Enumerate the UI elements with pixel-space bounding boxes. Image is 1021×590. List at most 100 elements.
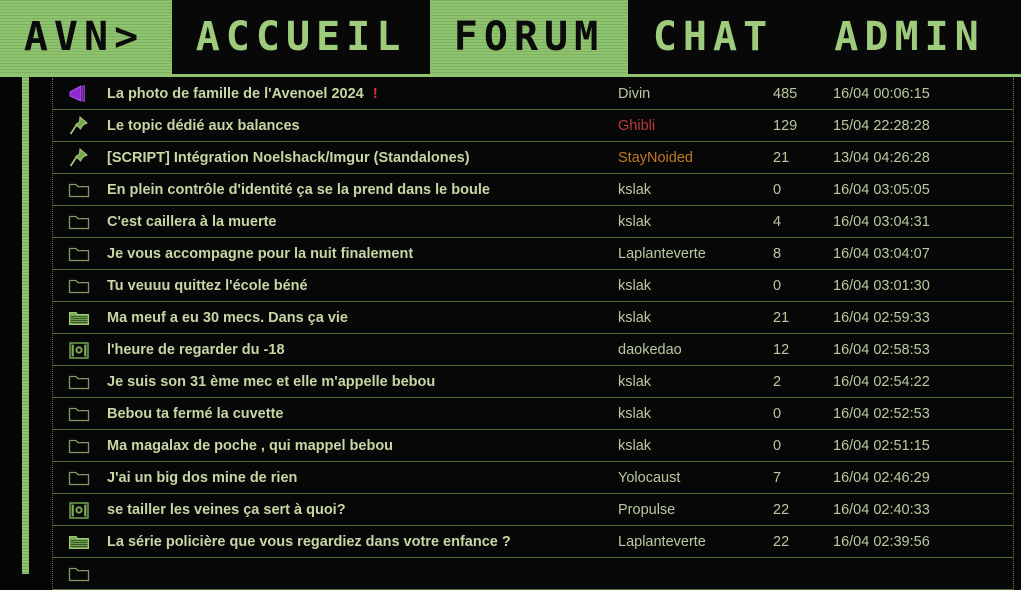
table-row[interactable]: C'est caillera à la muerte kslak 4 16/04 03… bbox=[53, 206, 1013, 238]
table-row[interactable]: La photo de famille de l'Avenoel 2024! Di… bbox=[53, 78, 1013, 110]
topic-reply-count: 7 bbox=[773, 469, 782, 486]
topic-author[interactable]: Ghibli bbox=[618, 118, 773, 134]
warning-exclamation-icon: ! bbox=[372, 85, 378, 102]
folder-full-icon bbox=[53, 307, 105, 329]
topic-title-text: Le topic dédié aux balances bbox=[107, 117, 300, 134]
pin-icon bbox=[53, 147, 105, 169]
topic-last-post-date: 16/04 03:04:07 bbox=[833, 245, 930, 262]
nav-item-forum-label: FORUM bbox=[453, 14, 605, 60]
table-row[interactable]: La série policière que vous regardiez da… bbox=[53, 526, 1013, 558]
topic-author[interactable]: Laplanteverte bbox=[618, 534, 773, 550]
folder-empty-icon bbox=[53, 243, 105, 265]
table-row[interactable]: se tailler les veines ça sert à quoi? Pro… bbox=[53, 494, 1013, 526]
nav-item-chat[interactable]: CHAT bbox=[628, 0, 798, 74]
table-row[interactable]: Je vous accompagne pour la nuit finaleme… bbox=[53, 238, 1013, 270]
folder-locked-icon bbox=[53, 339, 105, 361]
topic-reply-count: 21 bbox=[773, 149, 790, 166]
table-row[interactable]: Bebou ta fermé la cuvette kslak 0 16/04 02:… bbox=[53, 398, 1013, 430]
table-row[interactable]: Le topic dédié aux balances Ghibli 129 15/0… bbox=[53, 110, 1013, 142]
nav-item-accueil-label: ACCUEIL bbox=[195, 14, 407, 60]
table-row[interactable]: Ma meuf a eu 30 mecs. Dans ça vie kslak 21… bbox=[53, 302, 1013, 334]
topic-title-text: La série policière que vous regardiez da… bbox=[107, 533, 511, 550]
table-row[interactable] bbox=[53, 558, 1013, 590]
topic-title-link[interactable]: Je suis son 31 ème mec et elle m'appelle… bbox=[105, 374, 618, 390]
header-divider bbox=[0, 74, 1021, 77]
topic-title-link[interactable]: Tu veuuu quittez l'école béné bbox=[105, 278, 618, 294]
topic-title-link[interactable]: En plein contrôle d'identité ça se la pr… bbox=[105, 182, 618, 198]
topic-author[interactable]: kslak bbox=[618, 406, 773, 422]
topic-title-link[interactable]: Le topic dédié aux balances bbox=[105, 118, 618, 134]
topic-last-post-date: 13/04 04:26:28 bbox=[833, 149, 930, 166]
topic-reply-count: 4 bbox=[773, 213, 782, 230]
topic-author[interactable]: kslak bbox=[618, 214, 773, 230]
topic-last-post-date: 16/04 02:54:22 bbox=[833, 373, 930, 390]
topic-reply-count: 0 bbox=[773, 405, 782, 422]
topic-reply-count: 12 bbox=[773, 341, 790, 358]
table-row[interactable]: Je suis son 31 ème mec et elle m'appelle… bbox=[53, 366, 1013, 398]
megaphone-icon bbox=[53, 83, 105, 105]
topic-last-post-date: 16/04 02:40:33 bbox=[833, 501, 930, 518]
topic-title-text: se tailler les veines ça sert à quoi? bbox=[107, 501, 346, 518]
topic-last-post-date: 16/04 03:01:30 bbox=[833, 277, 930, 294]
topic-last-post-date: 16/04 02:46:29 bbox=[833, 469, 930, 486]
folder-full-icon bbox=[53, 531, 105, 553]
topic-title-link[interactable]: La série policière que vous regardiez da… bbox=[105, 534, 618, 550]
topic-title-link[interactable]: Bebou ta fermé la cuvette bbox=[105, 406, 618, 422]
topic-author[interactable]: kslak bbox=[618, 374, 773, 390]
topic-reply-count: 22 bbox=[773, 501, 790, 518]
topic-author[interactable]: kslak bbox=[618, 438, 773, 454]
topic-author[interactable]: Divin bbox=[618, 86, 773, 102]
topic-author[interactable]: daokedao bbox=[618, 342, 773, 358]
topic-last-post-date: 15/04 22:28:28 bbox=[833, 117, 930, 134]
topic-last-post-date: 16/04 02:52:53 bbox=[833, 405, 930, 422]
topic-author[interactable]: kslak bbox=[618, 278, 773, 294]
topic-last-post-date: 16/04 02:39:56 bbox=[833, 533, 930, 550]
nav-item-accueil[interactable]: ACCUEIL bbox=[172, 0, 430, 74]
folder-empty-icon bbox=[53, 403, 105, 425]
site-logo[interactable]: AVN> bbox=[0, 0, 172, 74]
folder-empty-icon bbox=[53, 435, 105, 457]
topic-author[interactable]: kslak bbox=[618, 310, 773, 326]
topic-author[interactable]: Yolocaust bbox=[618, 470, 773, 486]
table-row[interactable]: Ma magalax de poche , qui mappel bebou ks… bbox=[53, 430, 1013, 462]
topic-reply-count: 8 bbox=[773, 245, 782, 262]
nav-item-chat-label: CHAT bbox=[652, 14, 774, 60]
topic-reply-count: 0 bbox=[773, 277, 782, 294]
nav-item-forum[interactable]: FORUM bbox=[430, 0, 628, 74]
forum-topic-table: La photo de famille de l'Avenoel 2024! Di… bbox=[52, 78, 1014, 590]
topic-reply-count: 0 bbox=[773, 181, 782, 198]
topic-title-link[interactable]: J'ai un big dos mine de rien bbox=[105, 470, 618, 486]
topic-title-link[interactable]: se tailler les veines ça sert à quoi? bbox=[105, 502, 618, 518]
table-row[interactable]: J'ai un big dos mine de rien Yolocaust 7 16… bbox=[53, 462, 1013, 494]
table-row[interactable]: Tu veuuu quittez l'école béné kslak 0 16/04… bbox=[53, 270, 1013, 302]
topic-title-link[interactable]: C'est caillera à la muerte bbox=[105, 214, 618, 230]
topic-last-post-date: 16/04 03:05:05 bbox=[833, 181, 930, 198]
topic-title-text: Bebou ta fermé la cuvette bbox=[107, 405, 284, 422]
top-navigation-bar: AVN> ACCUEIL FORUM CHAT ADMIN bbox=[0, 0, 1021, 74]
topic-title-link[interactable]: Ma magalax de poche , qui mappel bebou bbox=[105, 438, 618, 454]
topic-reply-count: 0 bbox=[773, 437, 782, 454]
topic-title-text: Je vous accompagne pour la nuit finaleme… bbox=[107, 245, 414, 262]
topic-title-link[interactable]: Ma meuf a eu 30 mecs. Dans ça vie bbox=[105, 310, 618, 326]
folder-empty-icon bbox=[53, 371, 105, 393]
folder-locked-icon bbox=[53, 499, 105, 521]
topic-author[interactable]: kslak bbox=[618, 182, 773, 198]
topic-last-post-date: 16/04 03:04:31 bbox=[833, 213, 930, 230]
nav-item-admin[interactable]: ADMIN bbox=[798, 0, 1021, 74]
topic-title-text: J'ai un big dos mine de rien bbox=[107, 469, 298, 486]
topic-title-link[interactable]: Je vous accompagne pour la nuit finaleme… bbox=[105, 246, 618, 262]
topic-title-link[interactable]: l'heure de regarder du -18 bbox=[105, 342, 618, 358]
topic-last-post-date: 16/04 02:59:33 bbox=[833, 309, 930, 326]
folder-empty-icon bbox=[53, 211, 105, 233]
topic-reply-count: 2 bbox=[773, 373, 782, 390]
topic-title-text: Je suis son 31 ème mec et elle m'appelle… bbox=[107, 373, 436, 390]
topic-title-link[interactable]: La photo de famille de l'Avenoel 2024! bbox=[105, 85, 618, 102]
topic-author[interactable]: Propulse bbox=[618, 502, 773, 518]
topic-title-text: Tu veuuu quittez l'école béné bbox=[107, 277, 308, 294]
topic-author[interactable]: Laplanteverte bbox=[618, 246, 773, 262]
table-row[interactable]: En plein contrôle d'identité ça se la pr… bbox=[53, 174, 1013, 206]
table-row[interactable]: l'heure de regarder du -18 daokedao 12 16/0… bbox=[53, 334, 1013, 366]
topic-title-link[interactable]: [SCRIPT] Intégration Noelshack/Imgur (St… bbox=[105, 150, 618, 166]
topic-author[interactable]: StayNoided bbox=[618, 150, 773, 166]
table-row[interactable]: [SCRIPT] Intégration Noelshack/Imgur (St… bbox=[53, 142, 1013, 174]
